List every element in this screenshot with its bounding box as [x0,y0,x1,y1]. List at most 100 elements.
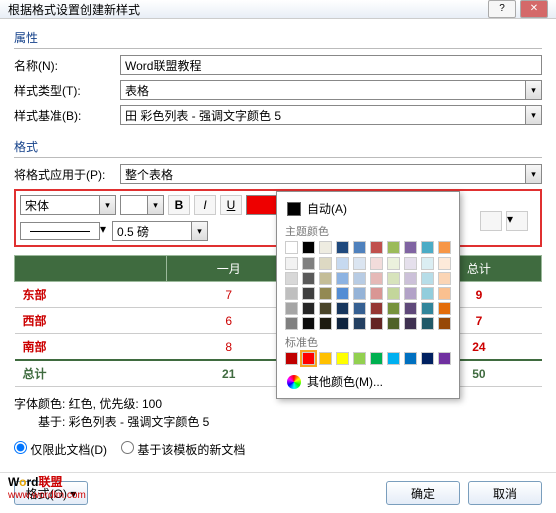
color-swatch[interactable] [370,272,383,285]
color-swatch[interactable] [370,257,383,270]
color-swatch[interactable] [353,302,366,315]
color-swatch[interactable] [404,272,417,285]
base-select[interactable]: ▾ [120,105,542,125]
color-swatch[interactable] [336,257,349,270]
line-style-select[interactable]: ▾ [20,222,106,240]
color-swatch[interactable] [387,272,400,285]
color-swatch[interactable] [319,317,332,330]
color-swatch[interactable] [285,241,298,254]
color-swatch[interactable] [302,302,315,315]
color-swatch[interactable] [302,241,315,254]
color-swatch[interactable] [336,302,349,315]
color-swatch[interactable] [370,302,383,315]
ok-button[interactable]: 确定 [386,481,460,505]
color-swatch[interactable] [285,302,298,315]
color-swatch[interactable] [438,287,451,300]
color-swatch[interactable] [285,257,298,270]
apply-select[interactable]: ▾ [120,164,542,184]
color-swatch[interactable] [370,317,383,330]
color-swatch[interactable] [421,352,434,365]
close-button[interactable]: ✕ [520,0,548,18]
type-select[interactable]: ▾ [120,80,542,100]
color-swatch[interactable] [353,317,366,330]
line-weight-select[interactable]: ▾ [112,221,208,241]
color-swatch[interactable] [404,317,417,330]
color-swatch[interactable] [404,287,417,300]
color-swatch[interactable] [336,287,349,300]
color-swatch[interactable] [285,317,298,330]
more-colors-item[interactable]: 其他颜色(M)... [285,371,451,392]
color-swatch[interactable] [285,352,298,365]
chevron-down-icon[interactable]: ▾ [525,81,541,99]
size-select[interactable]: ▾ [120,195,164,215]
color-swatch[interactable] [421,302,434,315]
chevron-down-icon[interactable]: ▾ [100,222,106,240]
template-radio[interactable]: 基于该模板的新文档 [121,441,245,458]
color-swatch[interactable] [302,272,315,285]
color-swatch[interactable] [319,287,332,300]
color-swatch[interactable] [353,287,366,300]
color-swatch[interactable] [387,317,400,330]
underline-button[interactable]: U [220,195,242,215]
chevron-down-icon[interactable]: ▾ [525,165,541,183]
color-swatch[interactable] [421,287,434,300]
chevron-down-icon[interactable]: ▾ [525,106,541,124]
chevron-down-icon[interactable]: ▾ [147,196,163,214]
auto-color-item[interactable]: 自动(A) [285,198,451,219]
color-swatch[interactable] [421,272,434,285]
color-swatch[interactable] [353,241,366,254]
color-swatch[interactable] [319,352,332,365]
italic-button[interactable]: I [194,195,216,215]
cancel-button[interactable]: 取消 [468,481,542,505]
color-swatch[interactable] [336,352,349,365]
color-swatch[interactable] [421,241,434,254]
color-swatch[interactable] [336,272,349,285]
color-swatch[interactable] [387,302,400,315]
color-swatch[interactable] [387,352,400,365]
color-swatch[interactable] [438,317,451,330]
color-swatch[interactable] [302,257,315,270]
color-swatch[interactable] [353,257,366,270]
color-swatch[interactable] [336,241,349,254]
color-swatch[interactable] [319,302,332,315]
color-swatch[interactable] [353,352,366,365]
color-swatch[interactable] [387,257,400,270]
properties-group: 属性 名称(N): 样式类型(T): ▾ 样式基准(B): ▾ [14,27,542,130]
color-swatch[interactable] [302,352,315,365]
name-input[interactable] [120,55,542,75]
color-swatch[interactable] [336,317,349,330]
color-swatch[interactable] [404,257,417,270]
color-swatch[interactable] [404,241,417,254]
color-swatch[interactable] [404,302,417,315]
color-swatch[interactable] [387,287,400,300]
chevron-down-icon[interactable]: ▾ [191,222,207,240]
color-swatch[interactable] [438,272,451,285]
font-select[interactable]: ▾ [20,195,116,215]
color-swatch[interactable] [370,241,383,254]
color-swatch[interactable] [285,287,298,300]
titlebar[interactable]: 根据格式设置创建新样式 ? ✕ [0,0,556,19]
doc-only-radio[interactable]: 仅限此文档(D) [14,441,107,458]
color-swatch[interactable] [370,352,383,365]
color-swatch[interactable] [319,257,332,270]
chevron-down-icon[interactable]: ▾ [99,196,115,214]
color-swatch[interactable] [319,241,332,254]
color-swatch[interactable] [438,241,451,254]
color-swatch[interactable] [302,317,315,330]
color-swatch[interactable] [404,352,417,365]
color-swatch[interactable] [302,287,315,300]
color-swatch[interactable] [421,317,434,330]
color-swatch[interactable] [421,257,434,270]
color-swatch[interactable] [438,302,451,315]
bold-button[interactable]: B [168,195,190,215]
color-swatch[interactable] [353,272,366,285]
color-swatch[interactable] [438,257,451,270]
border-button[interactable] [480,211,502,231]
color-swatch[interactable] [387,241,400,254]
color-swatch[interactable] [438,352,451,365]
color-swatch[interactable] [285,272,298,285]
help-button[interactable]: ? [488,0,516,18]
color-swatch[interactable] [370,287,383,300]
shading-button[interactable]: ▾ [506,211,528,231]
color-swatch[interactable] [319,272,332,285]
